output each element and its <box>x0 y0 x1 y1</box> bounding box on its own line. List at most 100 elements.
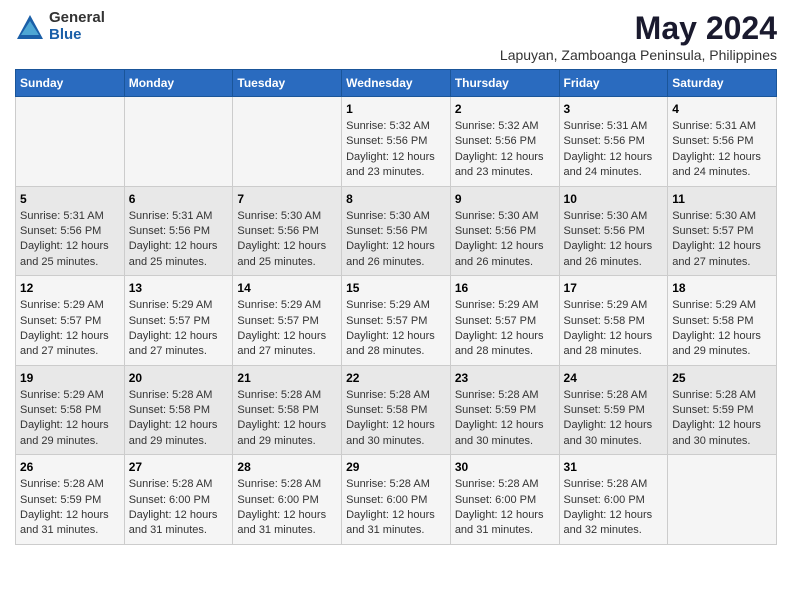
day-info: Sunrise: 5:32 AM Sunset: 5:56 PM Dayligh… <box>346 119 446 181</box>
day-number: 23 <box>455 371 555 385</box>
calendar-cell: 19 Sunrise: 5:29 AM Sunset: 5:58 PM Dayli… <box>16 365 125 455</box>
calendar-cell: 13 Sunrise: 5:29 AM Sunset: 5:57 PM Dayli… <box>124 276 233 366</box>
calendar-cell: 21 Sunrise: 5:28 AM Sunset: 5:58 PM Dayli… <box>233 365 342 455</box>
main-title: May 2024 <box>500 10 777 47</box>
day-info: Sunrise: 5:30 AM Sunset: 5:56 PM Dayligh… <box>237 209 337 271</box>
day-number: 17 <box>564 281 664 295</box>
col-tuesday: Tuesday <box>233 70 342 97</box>
calendar-cell: 28 Sunrise: 5:28 AM Sunset: 6:00 PM Dayli… <box>233 455 342 545</box>
calendar-cell: 9 Sunrise: 5:30 AM Sunset: 5:56 PM Daylig… <box>450 186 559 276</box>
day-number: 8 <box>346 192 446 206</box>
day-info: Sunrise: 5:31 AM Sunset: 5:56 PM Dayligh… <box>672 119 772 181</box>
day-info: Sunrise: 5:30 AM Sunset: 5:56 PM Dayligh… <box>346 209 446 271</box>
day-number: 15 <box>346 281 446 295</box>
title-block: May 2024 Lapuyan, Zamboanga Peninsula, P… <box>500 10 777 63</box>
week-row-5: 26Sunrise: 5:28 AM Sunset: 5:59 PM Dayli… <box>16 455 777 545</box>
calendar-table: Sunday Monday Tuesday Wednesday Thursday… <box>15 69 777 545</box>
col-wednesday: Wednesday <box>342 70 451 97</box>
calendar-cell: 30 Sunrise: 5:28 AM Sunset: 6:00 PM Dayli… <box>450 455 559 545</box>
calendar-cell: 4 Sunrise: 5:31 AM Sunset: 5:56 PM Daylig… <box>668 97 777 187</box>
day-number: 3 <box>564 102 664 116</box>
day-info: Sunrise: 5:28 AM Sunset: 6:00 PM Dayligh… <box>237 477 337 539</box>
week-row-4: 19 Sunrise: 5:29 AM Sunset: 5:58 PM Dayli… <box>16 365 777 455</box>
day-info: Sunrise: 5:28 AM Sunset: 5:58 PM Dayligh… <box>346 388 446 450</box>
header-row: Sunday Monday Tuesday Wednesday Thursday… <box>16 70 777 97</box>
calendar-cell: 18Sunrise: 5:29 AM Sunset: 5:58 PM Dayli… <box>668 276 777 366</box>
day-number: 11 <box>672 192 772 206</box>
calendar-cell: 25Sunrise: 5:28 AM Sunset: 5:59 PM Dayli… <box>668 365 777 455</box>
calendar-cell: 14 Sunrise: 5:29 AM Sunset: 5:57 PM Dayli… <box>233 276 342 366</box>
day-number: 21 <box>237 371 337 385</box>
calendar-cell <box>233 97 342 187</box>
calendar-cell: 24Sunrise: 5:28 AM Sunset: 5:59 PM Dayli… <box>559 365 668 455</box>
calendar-cell: 31Sunrise: 5:28 AM Sunset: 6:00 PM Dayli… <box>559 455 668 545</box>
day-number: 28 <box>237 460 337 474</box>
calendar-cell: 12Sunrise: 5:29 AM Sunset: 5:57 PM Dayli… <box>16 276 125 366</box>
page-header: General Blue May 2024 Lapuyan, Zamboanga… <box>15 10 777 63</box>
logo-blue-text: Blue <box>49 27 105 44</box>
logo-icon <box>15 13 45 41</box>
col-thursday: Thursday <box>450 70 559 97</box>
day-info: Sunrise: 5:29 AM Sunset: 5:57 PM Dayligh… <box>129 298 229 360</box>
day-info: Sunrise: 5:31 AM Sunset: 5:56 PM Dayligh… <box>564 119 664 181</box>
day-info: Sunrise: 5:30 AM Sunset: 5:56 PM Dayligh… <box>455 209 555 271</box>
day-info: Sunrise: 5:30 AM Sunset: 5:57 PM Dayligh… <box>672 209 772 271</box>
day-number: 29 <box>346 460 446 474</box>
calendar-cell: 10 Sunrise: 5:30 AM Sunset: 5:56 PM Dayli… <box>559 186 668 276</box>
day-info: Sunrise: 5:28 AM Sunset: 5:58 PM Dayligh… <box>237 388 337 450</box>
day-info: Sunrise: 5:29 AM Sunset: 5:57 PM Dayligh… <box>20 298 120 360</box>
col-sunday: Sunday <box>16 70 125 97</box>
day-info: Sunrise: 5:28 AM Sunset: 6:00 PM Dayligh… <box>564 477 664 539</box>
week-row-3: 12Sunrise: 5:29 AM Sunset: 5:57 PM Dayli… <box>16 276 777 366</box>
calendar-cell: 27Sunrise: 5:28 AM Sunset: 6:00 PM Dayli… <box>124 455 233 545</box>
day-info: Sunrise: 5:29 AM Sunset: 5:58 PM Dayligh… <box>672 298 772 360</box>
week-row-2: 5 Sunrise: 5:31 AM Sunset: 5:56 PM Daylig… <box>16 186 777 276</box>
day-number: 24 <box>564 371 664 385</box>
calendar-cell: 29 Sunrise: 5:28 AM Sunset: 6:00 PM Dayli… <box>342 455 451 545</box>
day-info: Sunrise: 5:29 AM Sunset: 5:57 PM Dayligh… <box>346 298 446 360</box>
calendar-cell: 17Sunrise: 5:29 AM Sunset: 5:58 PM Dayli… <box>559 276 668 366</box>
day-number: 9 <box>455 192 555 206</box>
day-number: 2 <box>455 102 555 116</box>
calendar-cell: 16Sunrise: 5:29 AM Sunset: 5:57 PM Dayli… <box>450 276 559 366</box>
day-number: 27 <box>129 460 229 474</box>
day-number: 14 <box>237 281 337 295</box>
day-info: Sunrise: 5:29 AM Sunset: 5:58 PM Dayligh… <box>20 388 120 450</box>
calendar-cell <box>124 97 233 187</box>
day-info: Sunrise: 5:30 AM Sunset: 5:56 PM Dayligh… <box>564 209 664 271</box>
day-number: 1 <box>346 102 446 116</box>
calendar-cell <box>16 97 125 187</box>
calendar-cell: 8 Sunrise: 5:30 AM Sunset: 5:56 PM Daylig… <box>342 186 451 276</box>
calendar-cell: 15 Sunrise: 5:29 AM Sunset: 5:57 PM Dayli… <box>342 276 451 366</box>
calendar-cell: 1 Sunrise: 5:32 AM Sunset: 5:56 PM Daylig… <box>342 97 451 187</box>
week-row-1: 1 Sunrise: 5:32 AM Sunset: 5:56 PM Daylig… <box>16 97 777 187</box>
calendar-cell: 20Sunrise: 5:28 AM Sunset: 5:58 PM Dayli… <box>124 365 233 455</box>
logo-text: General Blue <box>49 10 105 43</box>
day-number: 6 <box>129 192 229 206</box>
day-number: 4 <box>672 102 772 116</box>
calendar-cell: 22Sunrise: 5:28 AM Sunset: 5:58 PM Dayli… <box>342 365 451 455</box>
day-number: 5 <box>20 192 120 206</box>
col-saturday: Saturday <box>668 70 777 97</box>
day-info: Sunrise: 5:31 AM Sunset: 5:56 PM Dayligh… <box>20 209 120 271</box>
day-info: Sunrise: 5:28 AM Sunset: 5:59 PM Dayligh… <box>20 477 120 539</box>
day-number: 13 <box>129 281 229 295</box>
day-info: Sunrise: 5:28 AM Sunset: 5:59 PM Dayligh… <box>455 388 555 450</box>
calendar-cell: 7 Sunrise: 5:30 AM Sunset: 5:56 PM Daylig… <box>233 186 342 276</box>
day-info: Sunrise: 5:28 AM Sunset: 6:00 PM Dayligh… <box>455 477 555 539</box>
day-info: Sunrise: 5:31 AM Sunset: 5:56 PM Dayligh… <box>129 209 229 271</box>
day-number: 30 <box>455 460 555 474</box>
day-number: 19 <box>20 371 120 385</box>
calendar-cell: 11 Sunrise: 5:30 AM Sunset: 5:57 PM Dayli… <box>668 186 777 276</box>
day-number: 7 <box>237 192 337 206</box>
calendar-cell: 3 Sunrise: 5:31 AM Sunset: 5:56 PM Daylig… <box>559 97 668 187</box>
day-info: Sunrise: 5:28 AM Sunset: 5:58 PM Dayligh… <box>129 388 229 450</box>
col-monday: Monday <box>124 70 233 97</box>
day-info: Sunrise: 5:29 AM Sunset: 5:57 PM Dayligh… <box>237 298 337 360</box>
day-number: 10 <box>564 192 664 206</box>
day-number: 25 <box>672 371 772 385</box>
calendar-body: 1 Sunrise: 5:32 AM Sunset: 5:56 PM Daylig… <box>16 97 777 545</box>
day-info: Sunrise: 5:28 AM Sunset: 6:00 PM Dayligh… <box>346 477 446 539</box>
day-info: Sunrise: 5:32 AM Sunset: 5:56 PM Dayligh… <box>455 119 555 181</box>
subtitle: Lapuyan, Zamboanga Peninsula, Philippine… <box>500 47 777 63</box>
